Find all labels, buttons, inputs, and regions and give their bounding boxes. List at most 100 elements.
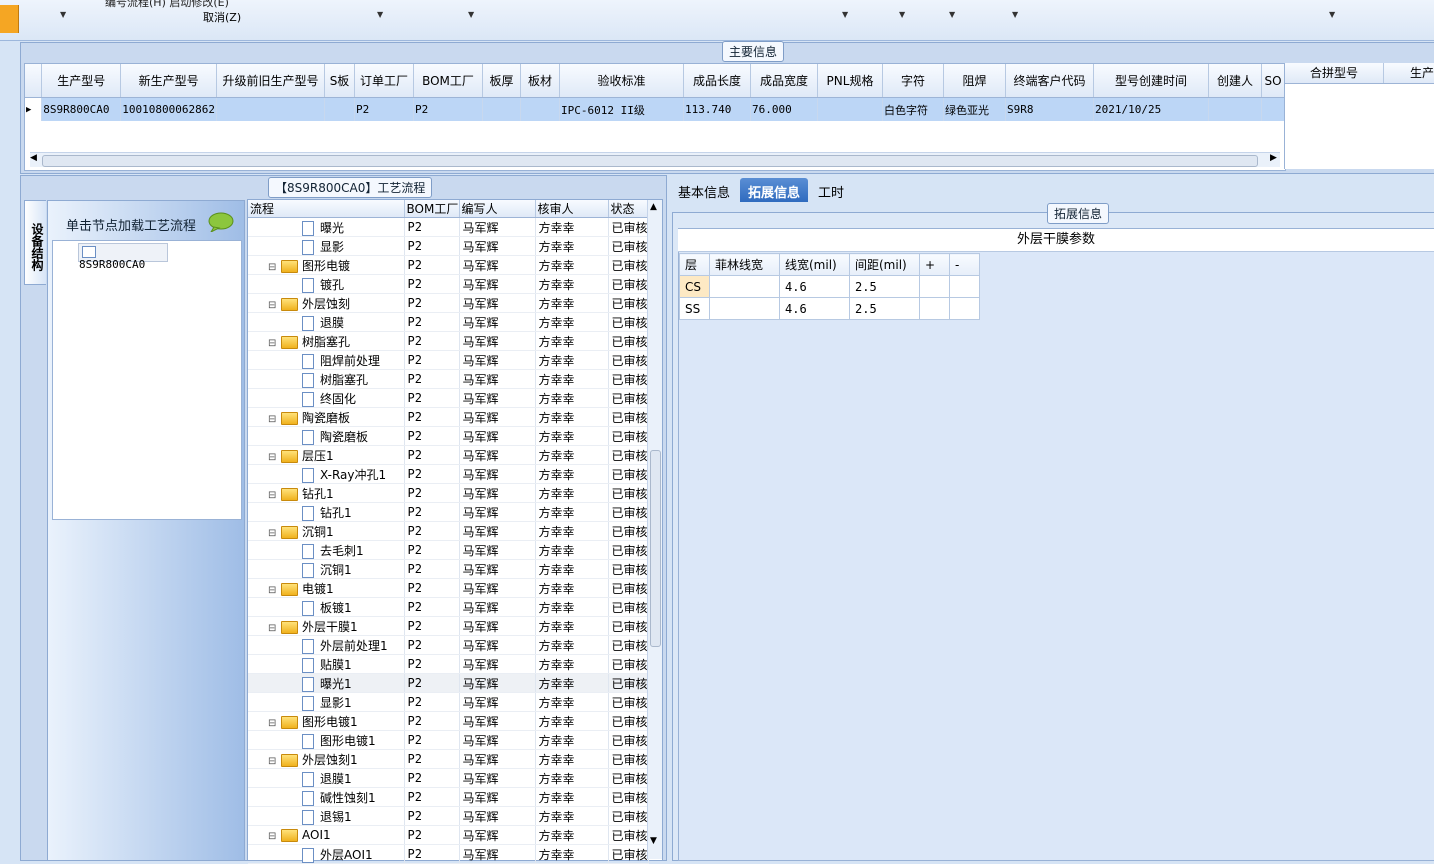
flow-column-header[interactable]: 编写人 (459, 200, 536, 218)
flow-step-cell[interactable]: 树脂塞孔 (248, 369, 405, 389)
table-cell[interactable]: P2 (413, 97, 483, 121)
merge-col-header[interactable]: 生产 (1384, 63, 1434, 83)
table-cell[interactable] (324, 97, 355, 121)
table-cell[interactable] (817, 97, 883, 121)
column-header[interactable]: S板 (324, 64, 355, 98)
flow-step-cell[interactable]: 退膜 (248, 312, 405, 332)
flow-step-cell[interactable]: ⊟ 钻孔1 (248, 483, 405, 503)
column-header[interactable]: 板材 (520, 64, 560, 98)
scroll-thumb[interactable] (42, 155, 1258, 167)
cancel-menu-item[interactable]: 取消(Z) (203, 9, 241, 25)
table-cell[interactable]: 10010800062862 (120, 97, 217, 121)
merge-col-header[interactable]: 合拼型号 (1285, 63, 1384, 83)
table-row[interactable]: ⊟ 层压1 P2 马军辉 方幸幸 已审核 (248, 445, 649, 465)
flow-step-cell[interactable]: ⊟ 图形电镀 (248, 255, 405, 275)
dropdown-arrow-icon[interactable]: ▼ (60, 10, 66, 19)
flow-step-cell[interactable]: 沉铜1 (248, 559, 405, 579)
table-row[interactable]: 钻孔1 P2 马军辉 方幸幸 已审核 (248, 502, 649, 522)
flow-step-cell[interactable]: X-Ray冲孔1 (248, 464, 405, 484)
table-row[interactable]: ⊟ 外层干膜1 P2 马军辉 方幸幸 已审核 (248, 616, 649, 636)
flow-step-cell[interactable]: 外层AOI1 (248, 844, 405, 864)
table-row[interactable]: 曝光1 P2 马军辉 方幸幸 已审核 (248, 673, 649, 693)
table-row[interactable]: CS 4.6 2.5 (679, 275, 980, 298)
table-cell[interactable]: 76.000 (750, 97, 818, 121)
column-header[interactable]: 生产型号 (41, 64, 122, 98)
table-cell[interactable]: 绿色亚光 (943, 97, 1006, 121)
speech-bubble-icon[interactable] (208, 212, 234, 232)
table-cell[interactable]: 2021/10/25 (1093, 97, 1209, 121)
table-row[interactable]: ⊟ 树脂塞孔 P2 马军辉 方幸幸 已审核 (248, 331, 649, 351)
flow-step-cell[interactable]: ⊟ 层压1 (248, 445, 405, 465)
column-header[interactable]: 验收标准 (559, 64, 684, 98)
table-cell[interactable] (1208, 97, 1262, 121)
table-row[interactable]: 碱性蚀刻1 P2 马军辉 方幸幸 已审核 (248, 787, 649, 807)
flow-step-cell[interactable]: 曝光1 (248, 673, 405, 693)
table-row[interactable]: 显影1 P2 马军辉 方幸幸 已审核 (248, 692, 649, 712)
remove-column-button[interactable]: - (949, 253, 980, 276)
collapse-icon[interactable]: ⊟ (268, 831, 277, 842)
flow-step-cell[interactable]: 贴膜1 (248, 654, 405, 674)
flow-step-cell[interactable]: ⊟ 外层干膜1 (248, 616, 405, 636)
column-header[interactable]: 板厚 (482, 64, 521, 98)
flow-step-cell[interactable]: ⊟ 树脂塞孔 (248, 331, 405, 351)
tab-work-hours[interactable]: 工时 (810, 178, 852, 202)
column-header[interactable]: 型号创建时间 (1093, 64, 1209, 98)
table-row[interactable]: X-Ray冲孔1 P2 马军辉 方幸幸 已审核 (248, 464, 649, 484)
table-row[interactable]: 图形电镀1 P2 马军辉 方幸幸 已审核 (248, 730, 649, 750)
collapse-icon[interactable]: ⊟ (268, 300, 277, 311)
param-cell[interactable]: CS (679, 275, 710, 298)
table-row[interactable]: ⊟ 图形电镀1 P2 马军辉 方幸幸 已审核 (248, 711, 649, 731)
table-row[interactable]: 外层前处理1 P2 马军辉 方幸幸 已审核 (248, 635, 649, 655)
flow-step-cell[interactable]: 显影1 (248, 692, 405, 712)
column-header[interactable]: 新生产型号 (120, 64, 217, 98)
param-cell[interactable] (949, 297, 980, 320)
collapse-icon[interactable]: ⊟ (268, 756, 277, 767)
param-cell[interactable]: 2.5 (849, 297, 920, 320)
flow-step-cell[interactable]: 外层前处理1 (248, 635, 405, 655)
table-row[interactable]: 陶瓷磨板 P2 马军辉 方幸幸 已审核 (248, 426, 649, 446)
table-row[interactable]: ▶ 8S9R800CA0 10010800062862 P2 P2 IPC-6012 II… (25, 97, 1285, 121)
column-header[interactable]: 升级前旧生产型号 (216, 64, 325, 98)
flow-step-cell[interactable]: 图形电镀1 (248, 730, 405, 750)
flow-vscrollbar[interactable]: ▲ ▼ (647, 200, 662, 859)
flow-step-cell[interactable]: 碱性蚀刻1 (248, 787, 405, 807)
column-header[interactable]: PNL规格 (817, 64, 883, 98)
column-header[interactable]: 阻焊 (943, 64, 1006, 98)
tab-extended-info[interactable]: 拓展信息 (740, 178, 809, 202)
column-header[interactable]: 终端客户代码 (1005, 64, 1094, 98)
flow-step-cell[interactable]: 钻孔1 (248, 502, 405, 522)
collapse-icon[interactable]: ⊟ (268, 338, 277, 349)
scroll-thumb[interactable] (650, 450, 661, 647)
tab-basic-info[interactable]: 基本信息 (670, 178, 738, 202)
flow-step-cell[interactable]: ⊟ 沉铜1 (248, 521, 405, 541)
column-header[interactable]: 成品长度 (683, 64, 751, 98)
flow-step-cell[interactable]: 板镀1 (248, 597, 405, 617)
row-selector-icon[interactable]: ▶ (25, 97, 43, 121)
table-row[interactable]: ⊟ 电镀1 P2 马军辉 方幸幸 已审核 (248, 578, 649, 598)
column-header[interactable]: SO (1261, 64, 1285, 98)
tree-node[interactable]: 8S9R800CA0 (78, 243, 168, 271)
app-accent-tab[interactable] (0, 5, 19, 33)
column-header[interactable]: 字符 (882, 64, 944, 98)
dropdown-arrow-icon[interactable]: ▼ (377, 10, 383, 19)
table-row[interactable]: ⊟ AOI1 P2 马军辉 方幸幸 已审核 (248, 825, 649, 845)
table-row[interactable]: 贴膜1 P2 马军辉 方幸幸 已审核 (248, 654, 649, 674)
table-cell[interactable] (216, 97, 325, 121)
table-row[interactable]: ⊟ 外层蚀刻1 P2 马军辉 方幸幸 已审核 (248, 749, 649, 769)
table-cell[interactable] (520, 97, 560, 121)
flow-column-header[interactable]: 状态 (608, 200, 649, 218)
table-cell[interactable]: 8S9R800CA0 (41, 97, 122, 121)
table-row[interactable]: ⊟ 沉铜1 P2 马军辉 方幸幸 已审核 (248, 521, 649, 541)
table-row[interactable]: 去毛刺1 P2 马军辉 方幸幸 已审核 (248, 540, 649, 560)
collapse-icon[interactable]: ⊟ (268, 528, 277, 539)
main-grid-hscrollbar[interactable]: ◀ ▶ (30, 152, 1280, 167)
table-row[interactable]: 退膜 P2 马军辉 方幸幸 已审核 (248, 312, 649, 332)
flow-step-cell[interactable]: 退膜1 (248, 768, 405, 788)
scroll-down-icon[interactable]: ▼ (650, 836, 657, 846)
flow-step-cell[interactable]: 退锡1 (248, 806, 405, 826)
scroll-left-icon[interactable]: ◀ (30, 153, 37, 163)
column-header[interactable]: 成品宽度 (750, 64, 818, 98)
flow-step-cell[interactable]: ⊟ 陶瓷磨板 (248, 407, 405, 427)
flow-step-cell[interactable]: 陶瓷磨板 (248, 426, 405, 446)
scroll-right-icon[interactable]: ▶ (1270, 153, 1277, 163)
